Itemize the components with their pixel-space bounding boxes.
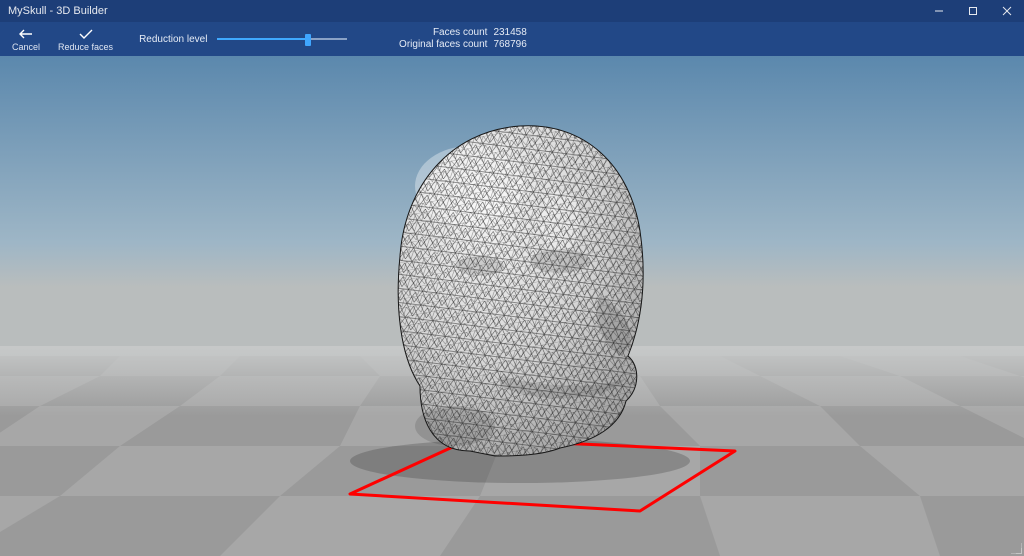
original-faces-label: Original faces count	[377, 39, 487, 51]
cancel-button[interactable]: Cancel	[6, 22, 46, 56]
slider-fill	[217, 38, 308, 40]
maximize-icon	[968, 6, 978, 16]
viewport-3d[interactable]	[0, 56, 1024, 556]
minimize-icon	[934, 6, 944, 16]
reduction-slider-label: Reduction level	[139, 34, 207, 45]
reduction-slider-group: Reduction level	[139, 32, 347, 46]
window-controls	[922, 0, 1024, 22]
checkmark-icon	[78, 28, 94, 40]
titlebar: MySkull - 3D Builder	[0, 0, 1024, 22]
minimize-button[interactable]	[922, 0, 956, 22]
resize-grip[interactable]	[1006, 538, 1024, 556]
faces-count-value: 231458	[493, 27, 537, 39]
apply-button[interactable]: Reduce faces	[52, 22, 119, 56]
close-icon	[1002, 6, 1012, 16]
cancel-label: Cancel	[12, 42, 40, 52]
toolbar: Cancel Reduce faces Reduction level Face…	[0, 22, 1024, 56]
close-button[interactable]	[990, 0, 1024, 22]
face-stats: Faces count 231458 Original faces count …	[377, 27, 537, 51]
original-faces-value: 768796	[493, 39, 537, 51]
maximize-button[interactable]	[956, 0, 990, 22]
back-arrow-icon	[18, 28, 34, 40]
faces-count-label: Faces count	[377, 27, 487, 39]
reduction-slider[interactable]	[217, 32, 347, 46]
app-window: MySkull - 3D Builder Cancel Reduce faces…	[0, 0, 1024, 556]
slider-thumb[interactable]	[305, 34, 311, 46]
apply-label: Reduce faces	[58, 42, 113, 52]
viewport-canvas	[0, 56, 1024, 556]
window-title: MySkull - 3D Builder	[8, 5, 108, 17]
